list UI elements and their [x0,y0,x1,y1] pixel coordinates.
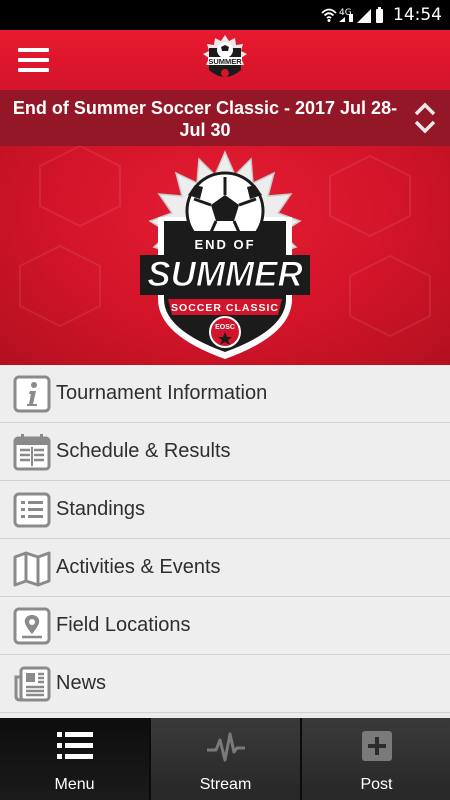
pulse-icon [207,732,245,762]
info-icon [13,375,51,413]
menu-item-label: Schedule & Results [56,440,231,462]
tab-post[interactable]: Post [302,718,450,800]
bottom-navigation: Menu Stream Post [0,718,450,800]
tab-label: Post [360,776,393,793]
main-menu: Tournament Information Schedule & Result… [0,365,450,718]
hero-banner: END OF SUMMER SOCCER CLASSIC EOSC [0,146,450,365]
menu-item-standings[interactable]: Standings [0,481,450,539]
map-icon [13,551,51,587]
calendar-icon [13,434,51,471]
menu-item-field-locations[interactable]: Field Locations [0,597,450,655]
event-title-bar: End of Summer Soccer Classic - 2017 Jul … [0,90,450,146]
header-logo: SUMMER [203,35,247,77]
location-pin-icon [13,607,51,645]
menu-item-label: Tournament Information [56,382,268,404]
status-bar: 4G 14:54 [0,0,450,30]
list-icon [13,492,51,528]
tab-label: Stream [199,776,252,793]
tab-stream[interactable]: Stream [151,718,300,800]
logo-sub-text: SOCCER CLASSIC [171,302,279,314]
tab-menu[interactable]: Menu [0,718,149,800]
menu-item-label: News [56,672,107,694]
newspaper-icon [14,666,51,702]
menu-item-label: Field Locations [56,614,191,636]
up-down-chevron-icon[interactable] [412,100,438,136]
app-bar: SUMMER [0,30,450,90]
menu-item-label: Standings [56,498,145,520]
hamburger-icon[interactable] [18,48,49,72]
logo-badge-text: EOSC [215,324,235,331]
menu-item-news[interactable]: News [0,655,450,713]
menu-item-label: Activities & Events [56,556,221,578]
menu-list-icon [57,732,93,759]
menu-item-activities-events[interactable]: Activities & Events [0,539,450,597]
event-logo: END OF SUMMER SOCCER CLASSIC EOSC [140,150,310,359]
network-status-icons: 4G [321,7,383,23]
svg-text:SUMMER: SUMMER [208,57,242,66]
event-title: End of Summer Soccer Classic - 2017 Jul … [12,98,398,140]
menu-item-tournament-information[interactable]: Tournament Information [0,365,450,423]
plus-icon [362,731,392,761]
logo-main-text: SUMMER [147,255,303,294]
tab-label: Menu [54,776,95,793]
clock: 14:54 [393,5,442,25]
logo-top-text: END OF [194,237,255,252]
menu-item-schedule-results[interactable]: Schedule & Results [0,423,450,481]
